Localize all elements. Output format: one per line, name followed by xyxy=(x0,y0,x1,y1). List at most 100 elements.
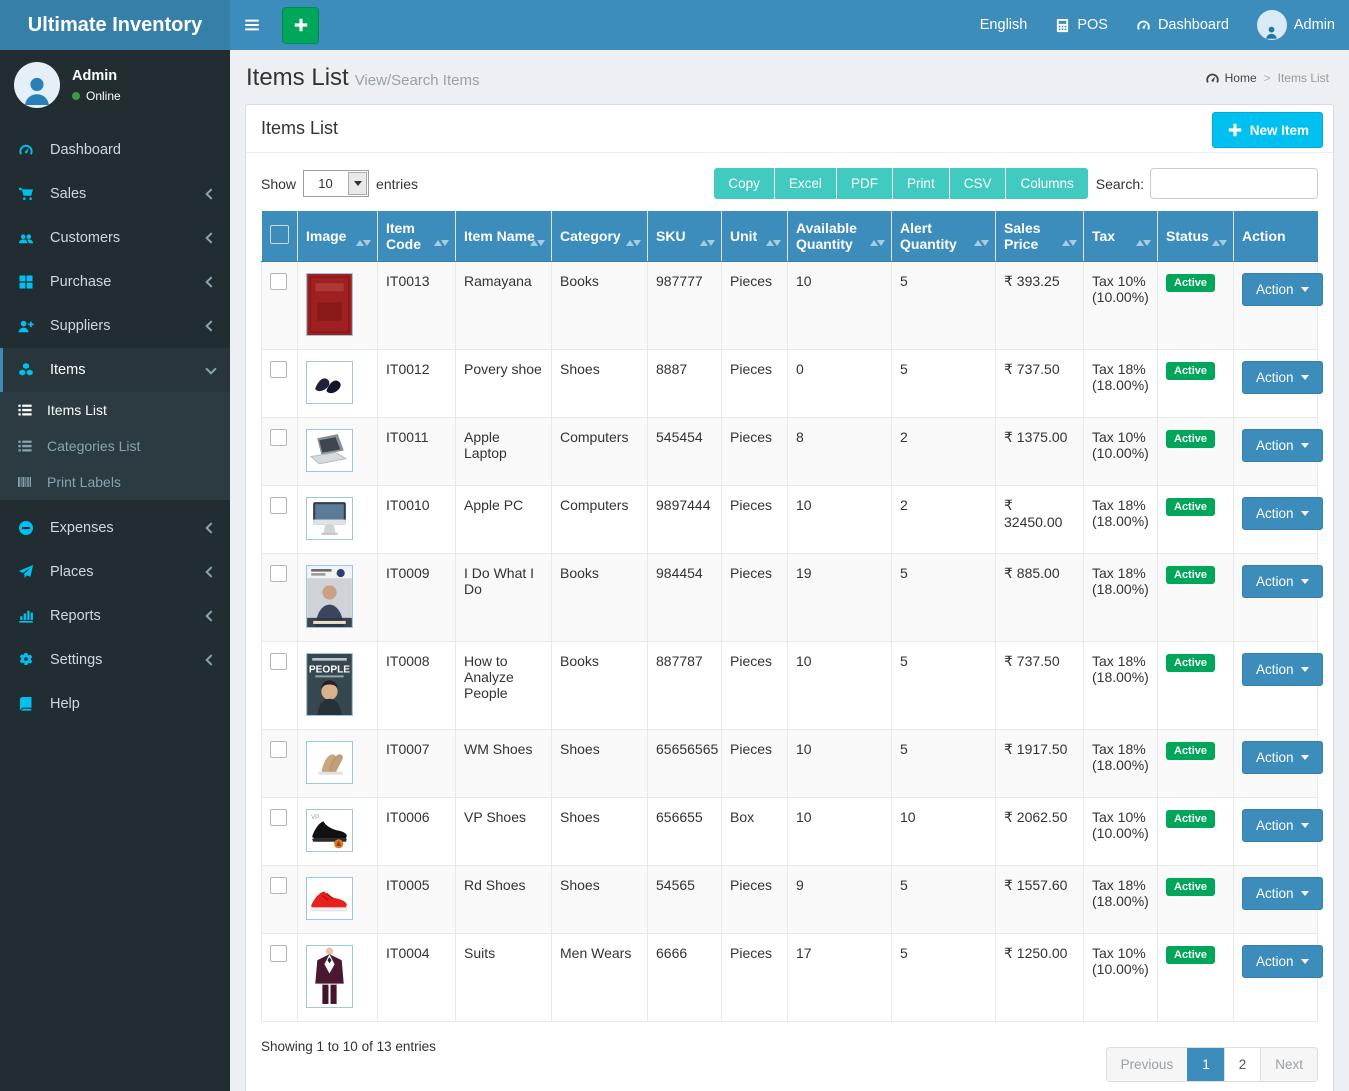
sidebar-item-print-labels[interactable]: Print Labels xyxy=(0,464,230,500)
sidebar-item-sales[interactable]: Sales xyxy=(0,172,230,216)
row-action-button[interactable]: Action xyxy=(1242,361,1323,394)
sort-icon xyxy=(626,239,641,249)
sidebar-item-suppliers[interactable]: Suppliers xyxy=(0,304,230,348)
pagination-page-1[interactable]: 1 xyxy=(1187,1048,1224,1081)
formal-shoes-product-image xyxy=(306,361,353,404)
row-action-button[interactable]: Action xyxy=(1242,653,1323,686)
table-row: IT0007WM ShoesShoes65656565Pieces105₹ 19… xyxy=(262,730,1318,798)
online-dot-icon xyxy=(72,92,80,100)
column-header-image[interactable]: Image xyxy=(298,211,378,262)
sidebar-item-settings[interactable]: Settings xyxy=(0,638,230,682)
pos-label: POS xyxy=(1077,17,1108,33)
columns-button[interactable]: Columns xyxy=(1006,168,1087,199)
page-length-select[interactable]: 10 xyxy=(303,170,369,197)
pagination-previous[interactable]: Previous xyxy=(1107,1048,1188,1081)
column-header-item-code[interactable]: Item Code xyxy=(378,211,456,262)
cell-alert-quantity: 5 xyxy=(892,642,996,730)
row-checkbox[interactable] xyxy=(270,565,287,582)
row-action-button[interactable]: Action xyxy=(1242,273,1323,306)
sidebar-toggle-button[interactable] xyxy=(230,0,274,50)
cell-item-sku: 887787 xyxy=(648,642,722,730)
sidebar-item-categories-list[interactable]: Categories List xyxy=(0,428,230,464)
row-action-button[interactable]: Action xyxy=(1242,429,1323,462)
item-sku: 6666 xyxy=(656,945,687,961)
item-name: Apple PC xyxy=(464,497,523,513)
column-header-alert-quantity[interactable]: Alert Quantity xyxy=(892,211,996,262)
cart-icon xyxy=(18,186,42,202)
cell-item-code: IT0005 xyxy=(378,866,456,934)
tax-percent: (10.00%) xyxy=(1092,825,1149,841)
sidebar-item-purchase[interactable]: Purchase xyxy=(0,260,230,304)
plus-icon xyxy=(1226,121,1244,139)
sort-icon xyxy=(530,239,545,249)
column-header-available-quantity[interactable]: Available Quantity xyxy=(788,211,892,262)
column-header-sales-price[interactable]: Sales Price xyxy=(996,211,1084,262)
column-header-category[interactable]: Category xyxy=(552,211,648,262)
action-label: Action xyxy=(1256,574,1294,589)
cell-item-category: Books xyxy=(552,554,648,642)
sidebar-submenu-items: Items List Categories List Print Labels xyxy=(0,392,230,500)
sidebar-item-items-list[interactable]: Items List xyxy=(0,392,230,428)
row-checkbox[interactable] xyxy=(270,361,287,378)
sidebar-item-dashboard[interactable]: Dashboard xyxy=(0,128,230,172)
column-header-unit[interactable]: Unit xyxy=(722,211,788,262)
sales-price: ₹ 885.00 xyxy=(1004,565,1060,581)
row-checkbox[interactable] xyxy=(270,497,287,514)
sidebar-item-label: Expenses xyxy=(50,520,114,536)
item-unit: Pieces xyxy=(730,273,772,289)
column-header-item-name[interactable]: Item Name xyxy=(456,211,552,262)
csv-button[interactable]: CSV xyxy=(950,168,1007,199)
search-input[interactable] xyxy=(1150,168,1318,199)
sidebar-item-expenses[interactable]: Expenses xyxy=(0,506,230,550)
item-code: IT0007 xyxy=(386,741,430,757)
row-action-button[interactable]: Action xyxy=(1242,945,1323,978)
excel-button[interactable]: Excel xyxy=(775,168,837,199)
sidebar-item-label: Help xyxy=(50,696,80,712)
pos-link[interactable]: POS xyxy=(1041,0,1122,50)
row-checkbox[interactable] xyxy=(270,273,287,290)
row-action-button[interactable]: Action xyxy=(1242,741,1323,774)
column-header-tax[interactable]: Tax xyxy=(1084,211,1158,262)
cell-status: Active xyxy=(1158,642,1234,730)
row-checkbox[interactable] xyxy=(270,653,287,670)
row-action-button[interactable]: Action xyxy=(1242,565,1323,598)
top-navbar: English POS Dashboard Admin xyxy=(230,0,1349,50)
sidebar-item-places[interactable]: Places xyxy=(0,550,230,594)
item-code: IT0010 xyxy=(386,497,430,513)
row-action-button[interactable]: Action xyxy=(1242,497,1323,530)
pagination-page-2[interactable]: 2 xyxy=(1224,1048,1261,1081)
language-menu[interactable]: English xyxy=(966,0,1042,50)
row-checkbox[interactable] xyxy=(270,741,287,758)
user-menu[interactable]: Admin xyxy=(1243,0,1349,50)
breadcrumb-home[interactable]: Home xyxy=(1205,71,1257,86)
row-checkbox[interactable] xyxy=(270,429,287,446)
column-header-status[interactable]: Status xyxy=(1158,211,1234,262)
pagination-next[interactable]: Next xyxy=(1260,1048,1317,1081)
column-header-sku[interactable]: SKU xyxy=(648,211,722,262)
row-checkbox[interactable] xyxy=(270,877,287,894)
copy-button[interactable]: Copy xyxy=(714,168,775,199)
action-label: Action xyxy=(1256,282,1294,297)
cell-sales-price: ₹ 32450.00 xyxy=(996,486,1084,554)
quick-add-button[interactable] xyxy=(282,7,319,44)
app-logo[interactable]: Ultimate Inventory xyxy=(0,0,230,50)
caret-down-icon xyxy=(1301,287,1309,292)
pdf-button[interactable]: PDF xyxy=(837,168,893,199)
new-item-button[interactable]: New Item xyxy=(1212,112,1323,148)
row-action-button[interactable]: Action xyxy=(1242,809,1323,842)
sidebar-item-help[interactable]: Help xyxy=(0,682,230,726)
sidebar-item-items[interactable]: Items xyxy=(0,348,230,392)
dashboard-link[interactable]: Dashboard xyxy=(1122,0,1243,50)
row-checkbox[interactable] xyxy=(270,945,287,962)
sidebar-item-reports[interactable]: Reports xyxy=(0,594,230,638)
cell-tax: Tax 18%(18.00%) xyxy=(1084,554,1158,642)
cell-item-code: IT0012 xyxy=(378,350,456,418)
print-button[interactable]: Print xyxy=(893,168,950,199)
select-all-checkbox[interactable] xyxy=(270,225,289,244)
online-status[interactable]: Online xyxy=(72,89,121,103)
cell-sales-price: ₹ 2062.50 xyxy=(996,798,1084,866)
sidebar-item-customers[interactable]: Customers xyxy=(0,216,230,260)
row-action-button[interactable]: Action xyxy=(1242,877,1323,910)
row-checkbox[interactable] xyxy=(270,809,287,826)
cell-item-category: Books xyxy=(552,642,648,730)
